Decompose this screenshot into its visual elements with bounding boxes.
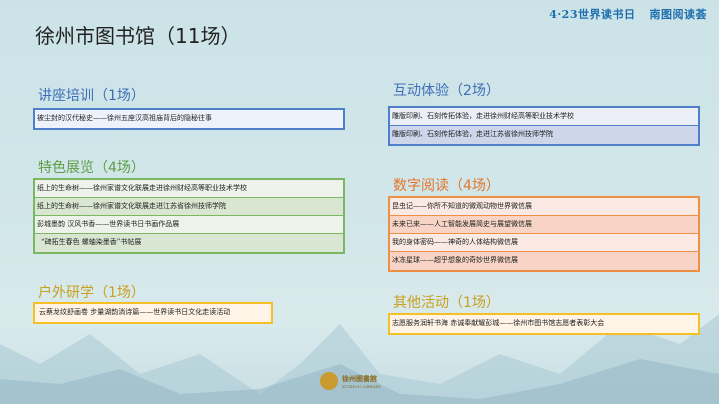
logo-name: 徐州图書館 [342,373,377,383]
section-heading-outdoor: 户外研学（1场） [38,285,145,301]
logo-english: XUZHOU LIBRARY [342,383,382,389]
list-item[interactable]: 昆虫记——你所不知道的微观动物世界微信展 [390,198,698,216]
section-heading-lecture: 讲座培训（1场） [38,88,145,104]
outdoor-list: 云蔡龙纹舒画卷 步量湖韵淌诗篇——世界读书日文化走读活动 [33,302,273,324]
interactive-list: 雕版印刷、石刻传拓体验，走进徐州财经高等职业技术学校 雕版印刷、石刻传拓体验，走… [388,106,700,146]
section-heading-interactive: 互动体验（2场） [393,83,500,99]
exhibition-list: 纸上的生命树——徐州家谱文化联展走进徐州财经高等职业技术学校 纸上的生命树——徐… [33,178,345,254]
event-banner: 4·23世界读书日 南图阅读荟 [549,6,707,22]
section-heading-exhibition: 特色展览（4场） [38,160,145,176]
banner-world-book-day: 4·23世界读书日 [549,8,636,21]
other-list: 志愿服务润轩书海 赤诚奉献耀彭城——徐州市图书馆志愿者表彰大会 [388,313,700,335]
list-item[interactable]: 未来已来——人工智能发展简史与展望微信展 [390,216,698,234]
list-item[interactable]: 纸上的生命树——徐州家谱文化联展走进江苏省徐州技师学院 [35,198,343,216]
list-item[interactable]: 云蔡龙纹舒画卷 步量湖韵淌诗篇——世界读书日文化走读活动 [35,304,271,322]
slide: 徐州市图书馆（11场） 4·23世界读书日 南图阅读荟 讲座培训（1场） 被尘封的… [0,0,719,404]
section-heading-digital: 数字阅读（4场） [393,178,500,194]
list-item[interactable]: 冰冻星球——超乎想象的奇妙世界微信展 [390,252,698,270]
logo-emblem-icon [320,372,338,390]
list-item[interactable]: 志愿服务润轩书海 赤诚奉献耀彭城——徐州市图书馆志愿者表彰大会 [390,315,698,333]
list-item[interactable]: “碑拓生春色 螺蚰染墨香”书帖展 [35,234,343,252]
page-title: 徐州市图书馆（11场） [35,24,241,48]
section-heading-other: 其他活动（1场） [393,295,500,311]
list-item[interactable]: 雕版印刷、石刻传拓体验，走进江苏省徐州技师学院 [390,126,698,144]
list-item[interactable]: 我的身体密码——神奇的人体结构微信展 [390,234,698,252]
list-item[interactable]: 纸上的生命树——徐州家谱文化联展走进徐州财经高等职业技术学校 [35,180,343,198]
library-logo: 徐州图書館 XUZHOU LIBRARY [320,372,381,390]
list-item[interactable]: 被尘封的汉代秘史——徐州五座汉高祖庙背后的隐秘往事 [35,110,343,128]
digital-list: 昆虫记——你所不知道的微观动物世界微信展 未来已来——人工智能发展简史与展望微信… [388,196,700,272]
banner-brand: 南图阅读荟 [649,8,707,21]
list-item[interactable]: 雕版印刷、石刻传拓体验，走进徐州财经高等职业技术学校 [390,108,698,126]
list-item[interactable]: 彭城墨韵 汉风书香——世界读书日书画作品展 [35,216,343,234]
lecture-list: 被尘封的汉代秘史——徐州五座汉高祖庙背后的隐秘往事 [33,108,345,130]
